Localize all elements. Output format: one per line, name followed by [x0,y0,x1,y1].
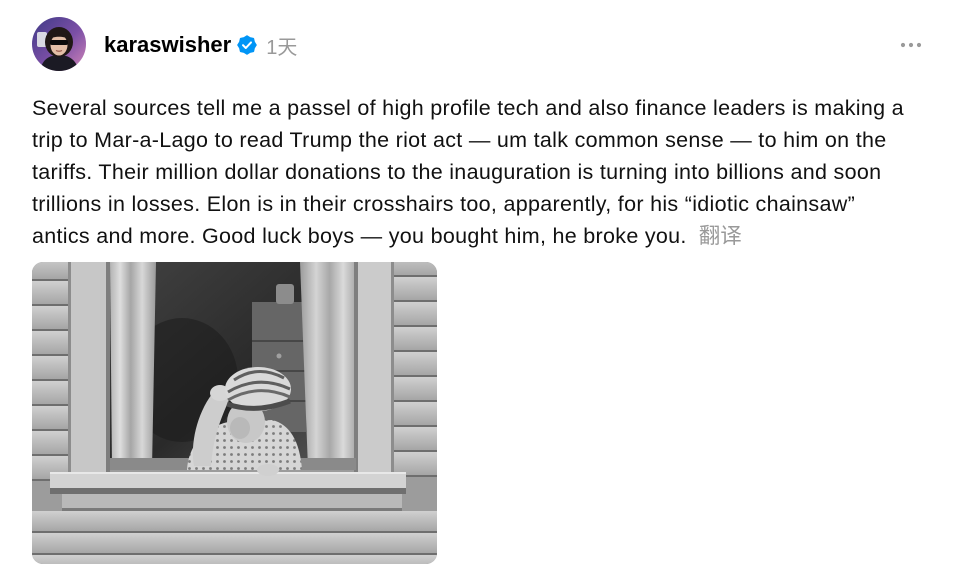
window-sill [50,472,406,511]
siding-board-shadow [32,329,68,331]
siding-board [32,306,68,331]
siding-board [394,277,437,302]
dresser-lamp [276,284,294,304]
verified-badge-icon [237,35,258,55]
dresser-drawer-line [252,340,306,342]
post-body-line: tariffs. Their million dollar donations … [32,160,882,184]
sill-shadow [50,488,406,494]
avatar-image [32,17,86,71]
post-timestamp[interactable]: 1天 [266,31,297,60]
siding-board [394,262,437,277]
siding-board [32,381,68,406]
sill-highlight [50,472,406,474]
left-casing-board [68,262,110,474]
post-header: karaswisher 1天 [104,30,297,60]
siding-board [32,406,68,431]
siding-board-shadow [32,531,437,533]
siding-board [32,533,437,555]
right-siding [394,262,437,477]
siding-board-shadow [394,275,437,277]
siding-board-shadow [394,300,437,302]
siding-board-shadow [394,450,437,452]
left-casing-edge [68,262,71,474]
siding-board [32,555,437,564]
siding-board [32,262,68,281]
more-dot [916,42,922,48]
verified-badge-shape [237,35,258,55]
siding-board [394,327,437,352]
more-dot [908,42,914,48]
post-body-line: antics and more. Good luck boys — you bo… [32,224,687,248]
sill-apron [62,494,402,508]
siding-board [394,352,437,377]
post-body-line: trip to Mar-a-Lago to read Trump the rio… [32,128,887,152]
siding-board [394,427,437,452]
siding-board-shadow [32,404,68,406]
right-casing-shadow [354,262,358,474]
translate-link[interactable]: 翻译 [699,224,742,248]
sill-board [50,472,406,488]
siding-board [32,511,437,533]
siding-board-shadow [394,325,437,327]
post-body-last-line: antics and more. Good luck boys — you bo… [32,220,904,252]
siding-board [32,356,68,381]
right-curtain [300,262,354,468]
siding-board [32,431,68,456]
siding-board-shadow [32,354,68,356]
siding-board-shadow [32,279,68,281]
more-options-button[interactable] [899,40,923,50]
sill-apron-shadow [62,508,402,511]
right-casing-edge [391,262,394,474]
siding-board [32,281,68,306]
siding-board-shadow [394,375,437,377]
lower-siding [32,511,437,564]
siding-board-shadow [32,304,68,306]
avatar-sunglasses [50,40,68,45]
left-casing-shadow [106,262,110,474]
username-link[interactable]: karaswisher [104,32,231,58]
siding-board-shadow [32,379,68,381]
right-window-casing [354,262,394,474]
post-body-line: trillions in losses. Elon is in their cr… [32,192,856,216]
more-horizontal-icon [900,42,922,48]
left-curtain [110,262,156,468]
more-dot [900,42,906,48]
avatar[interactable] [32,17,86,71]
siding-board-shadow [32,429,68,431]
siding-board-shadow [394,350,437,352]
siding-board-shadow [32,553,437,555]
siding-board-shadow [394,400,437,402]
post-media-image[interactable] [32,262,437,564]
child-hand-on-sill [257,464,279,476]
dresser-knob [276,353,282,359]
post-body: Several sources tell me a passel of high… [32,92,904,252]
siding-board-shadow [394,425,437,427]
post: karaswisher 1天 Several sources tell me a… [0,0,960,583]
child-face-shadow [230,417,250,439]
media-photo [32,262,437,564]
siding-board-shadow [32,454,68,456]
siding-board [394,377,437,402]
right-casing-board [354,262,394,474]
left-siding [32,262,68,481]
siding-board [394,302,437,327]
post-body-line: Several sources tell me a passel of high… [32,96,904,120]
left-window-casing [68,262,110,474]
siding-board [32,331,68,356]
siding-board [394,402,437,427]
verified-badge-seal [237,35,258,55]
